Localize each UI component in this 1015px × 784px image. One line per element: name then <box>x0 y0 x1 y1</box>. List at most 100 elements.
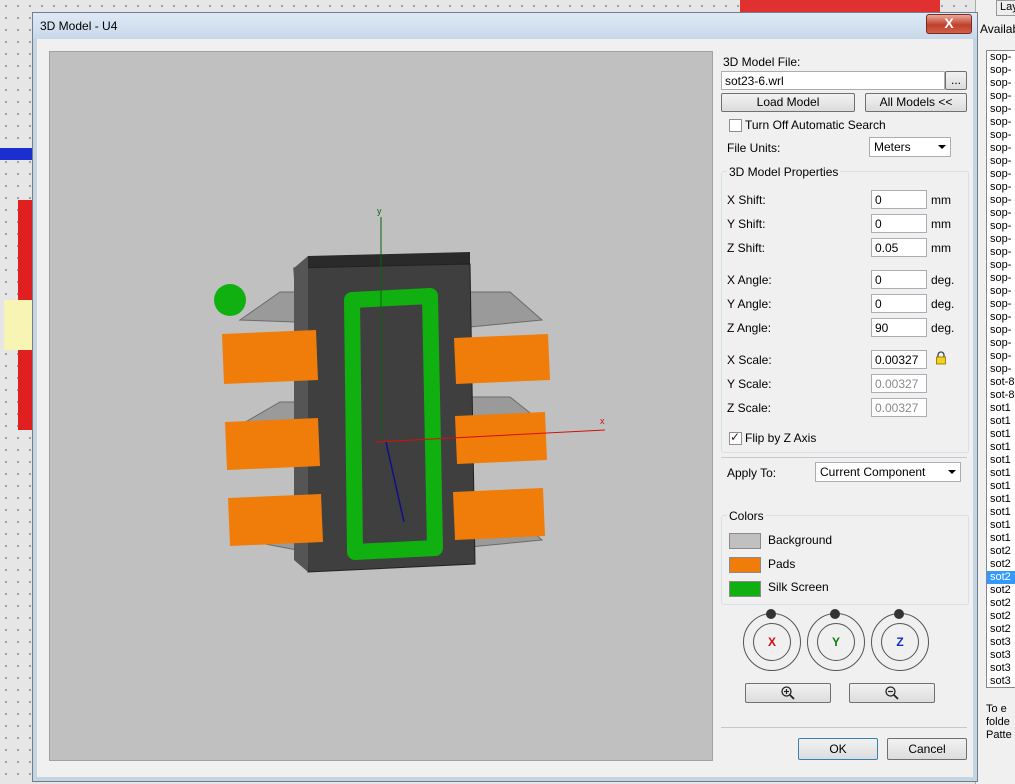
model-list-item[interactable]: sot1 <box>987 454 1015 467</box>
model-list-item[interactable]: sop- <box>987 285 1015 298</box>
model-list-item[interactable]: sop- <box>987 155 1015 168</box>
model-list-item[interactable]: sot2 <box>987 610 1015 623</box>
zoom-out-button[interactable] <box>849 683 935 703</box>
model-list-item[interactable]: sot2 <box>987 584 1015 597</box>
x-scale-label: X Scale: <box>727 353 772 367</box>
model-list-item[interactable]: sot3 <box>987 636 1015 649</box>
model-list-item[interactable]: sot1 <box>987 493 1015 506</box>
model-list-item[interactable]: sot1 <box>987 532 1015 545</box>
model-list-item[interactable]: sot2 <box>987 558 1015 571</box>
pads-color-swatch[interactable] <box>729 557 761 573</box>
auto-search-checkbox[interactable] <box>729 119 742 132</box>
rotate-handle-icon[interactable] <box>766 609 776 619</box>
model-list-item[interactable]: sop- <box>987 194 1015 207</box>
model-list-item[interactable]: sot-8 <box>987 389 1015 402</box>
z-shift-unit: mm <box>931 241 951 255</box>
model-list-item[interactable]: sot1 <box>987 467 1015 480</box>
y-shift-input[interactable]: 0 <box>871 214 927 233</box>
model-list-item[interactable]: sot2 <box>987 597 1015 610</box>
model-list-item[interactable]: sop- <box>987 168 1015 181</box>
model-list-item[interactable]: sop- <box>987 142 1015 155</box>
model-list-item[interactable]: sot1 <box>987 519 1015 532</box>
x-angle-unit: deg. <box>931 273 955 287</box>
model-list-item[interactable]: sot1 <box>987 506 1015 519</box>
model-file-input[interactable]: sot23-6.wrl <box>721 71 945 90</box>
model-list-item[interactable]: sot1 <box>987 415 1015 428</box>
rotate-handle-icon[interactable] <box>830 609 840 619</box>
model-list-item[interactable]: sot1 <box>987 441 1015 454</box>
model-list-item[interactable]: sop- <box>987 337 1015 350</box>
file-units-select[interactable]: Meters <box>869 137 951 157</box>
properties-group-label: 3D Model Properties <box>727 165 841 179</box>
lock-icon[interactable] <box>935 351 947 365</box>
rotate-z-label: Z <box>881 623 919 661</box>
all-models-button[interactable]: All Models << <box>865 93 967 112</box>
model-list-item[interactable]: sop- <box>987 363 1015 376</box>
zoom-in-icon <box>781 686 795 700</box>
zoom-in-button[interactable] <box>745 683 831 703</box>
axis-y-label: y <box>377 206 382 216</box>
model-list-item[interactable]: sot-8 <box>987 376 1015 389</box>
model-list-item[interactable]: sot2 <box>987 545 1015 558</box>
apply-to-select[interactable]: Current Component <box>815 462 961 482</box>
flip-z-label: Flip by Z Axis <box>745 431 817 445</box>
x-shift-label: X Shift: <box>727 193 766 207</box>
model-list-item[interactable]: sot3 <box>987 662 1015 675</box>
close-button[interactable]: X <box>926 14 972 34</box>
model-list-item[interactable]: sop- <box>987 64 1015 77</box>
z-shift-input[interactable]: 0.05 <box>871 238 927 257</box>
rotate-z-wheel[interactable]: Z <box>871 609 929 671</box>
title-bar[interactable]: 3D Model - U4 X <box>33 13 977 39</box>
model-list-item[interactable]: sop- <box>987 233 1015 246</box>
apply-to-value: Current Component <box>820 465 926 479</box>
x-angle-label: X Angle: <box>727 273 772 287</box>
model-list-item[interactable]: sop- <box>987 181 1015 194</box>
z-scale-label: Z Scale: <box>727 401 772 415</box>
model-list-item[interactable]: sot1 <box>987 402 1015 415</box>
model-list-item[interactable]: sop- <box>987 246 1015 259</box>
model-list-item[interactable]: sop- <box>987 272 1015 285</box>
rotate-x-wheel[interactable]: X <box>743 609 801 671</box>
flip-z-checkbox[interactable] <box>729 430 742 445</box>
z-angle-unit: deg. <box>931 321 955 335</box>
model-list-item[interactable]: sop- <box>987 90 1015 103</box>
x-shift-input[interactable]: 0 <box>871 190 927 209</box>
model-list-item[interactable]: sop- <box>987 77 1015 90</box>
available-models-list[interactable]: sop-sop-sop-sop-sop-sop-sop-sop-sop-sop-… <box>986 50 1015 688</box>
model-list-item[interactable]: sop- <box>987 207 1015 220</box>
rotate-y-wheel[interactable]: Y <box>807 609 865 671</box>
model-list-item[interactable]: sop- <box>987 116 1015 129</box>
lead-left-1 <box>238 291 296 323</box>
x-scale-input[interactable]: 0.00327 <box>871 350 927 369</box>
model-list-item[interactable]: sop- <box>987 51 1015 64</box>
model-list-item[interactable]: sop- <box>987 311 1015 324</box>
y-angle-input[interactable]: 0 <box>871 294 927 313</box>
background-color-swatch[interactable] <box>729 533 761 549</box>
model-list-item[interactable]: sot3 <box>987 649 1015 662</box>
x-angle-input[interactable]: 0 <box>871 270 927 289</box>
3d-viewport[interactable]: y x <box>49 51 713 761</box>
chevron-down-icon <box>938 145 946 149</box>
model-list-item[interactable]: sop- <box>987 324 1015 337</box>
chevron-down-icon <box>948 470 956 474</box>
model-list-item[interactable]: sop- <box>987 298 1015 311</box>
model-list-item[interactable]: sot3 <box>987 675 1015 687</box>
model-list-item[interactable]: sot2 <box>987 571 1015 584</box>
z-angle-input[interactable]: 90 <box>871 318 927 337</box>
load-model-button[interactable]: Load Model <box>721 93 855 112</box>
lead-right-1 <box>469 291 544 328</box>
model-list-item[interactable]: sot2 <box>987 623 1015 636</box>
cancel-button[interactable]: Cancel <box>887 738 967 760</box>
model-list-item[interactable]: sop- <box>987 129 1015 142</box>
rotate-handle-icon[interactable] <box>894 609 904 619</box>
model-list-item[interactable]: sop- <box>987 350 1015 363</box>
browse-button[interactable]: ... <box>945 71 967 90</box>
model-list-item[interactable]: sop- <box>987 103 1015 116</box>
model-list-item[interactable]: sop- <box>987 220 1015 233</box>
silkscreen-color-swatch[interactable] <box>729 581 761 597</box>
model-list-item[interactable]: sot1 <box>987 480 1015 493</box>
model-list-item[interactable]: sop- <box>987 259 1015 272</box>
layers-tab[interactable]: Lay <box>996 0 1015 16</box>
model-list-item[interactable]: sot1 <box>987 428 1015 441</box>
ok-button[interactable]: OK <box>798 738 878 760</box>
